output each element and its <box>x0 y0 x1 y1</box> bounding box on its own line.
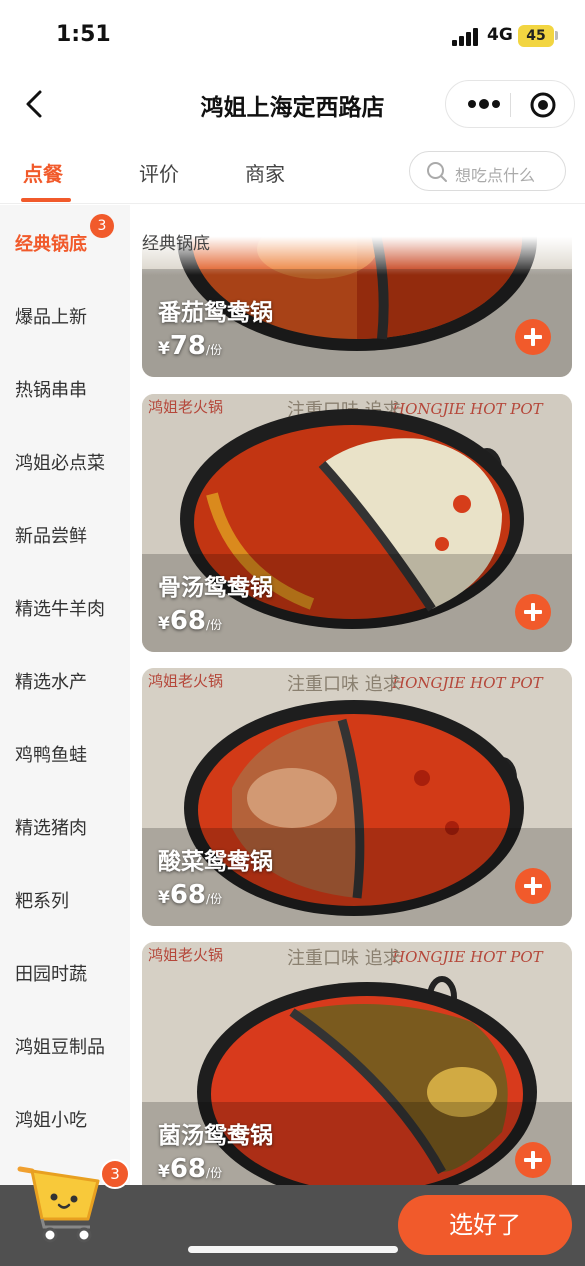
watermark-brand: HONGJIE HOT POT <box>391 400 544 418</box>
search-icon <box>427 162 447 182</box>
status-bar: 1:51 4G 45 <box>0 0 585 72</box>
product-card[interactable]: 鸿姐老火锅 HONGJIE HOT POT 注重口味 追求 骨汤鸳鸯锅 ¥68/… <box>142 394 572 652</box>
product-price: ¥68/份 <box>158 1154 223 1184</box>
watermark-logo: 鸿姐老火锅 <box>148 946 223 964</box>
add-to-cart-button[interactable] <box>515 1142 551 1178</box>
add-to-cart-button[interactable] <box>515 594 551 630</box>
tab-reviews[interactable]: 评价 <box>139 158 179 187</box>
tab-order[interactable]: 点餐 <box>23 158 63 187</box>
watermark-brand: HONGJIE HOT POT <box>391 674 544 692</box>
search-placeholder: 想吃点什么 <box>455 166 536 185</box>
battery-nub <box>555 31 558 40</box>
product-name: 骨汤鸳鸯锅 <box>158 575 273 601</box>
sidebar-item-skewers[interactable]: 热锅串串 <box>15 376 87 402</box>
category-sidebar: 经典锅底 3 爆品上新 热锅串串 鸿姐必点菜 新品尝鲜 精选牛羊肉 精选水产 鸡… <box>0 205 130 1185</box>
sidebar-item-snacks[interactable]: 鸿姐小吃 <box>15 1106 87 1132</box>
home-indicator <box>188 1246 398 1253</box>
sidebar-item-tofu[interactable]: 鸿姐豆制品 <box>15 1033 105 1059</box>
product-card[interactable]: 鸿姐老火锅 HONGJIE HOT POT 注重口味 追求 菌汤鸳鸯锅 ¥68/… <box>142 942 572 1185</box>
sidebar-item-new-taste[interactable]: 新品尝鲜 <box>15 522 87 548</box>
watermark-logo: 鸿姐老火锅 <box>148 398 223 416</box>
product-price: ¥68/份 <box>158 606 223 636</box>
sidebar-item-new-hits[interactable]: 爆品上新 <box>15 303 87 329</box>
product-name: 酸菜鸳鸯锅 <box>158 849 273 875</box>
product-name: 番茄鸳鸯锅 <box>158 300 273 326</box>
tab-bar: 点餐 评价 商家 想吃点什么 <box>0 140 585 204</box>
cart-count-badge: 3 <box>100 1159 130 1189</box>
capsule-divider <box>510 93 511 117</box>
mini-program-capsule <box>445 80 575 128</box>
bottom-cart-bar: 3 选好了 <box>0 1159 585 1266</box>
sidebar-item-classic-broth[interactable]: 经典锅底 <box>15 230 87 256</box>
product-card[interactable]: 鸿姐老火锅 HONGJIE HOT POT 注重口味 追求 酸菜鸳鸯锅 ¥68/… <box>142 668 572 926</box>
category-count-badge: 3 <box>90 214 114 238</box>
section-title: 经典锅底 <box>142 234 210 254</box>
sidebar-item-beef-lamb[interactable]: 精选牛羊肉 <box>15 595 105 621</box>
close-target-icon[interactable] <box>530 92 556 118</box>
checkout-button[interactable]: 选好了 <box>398 1195 572 1255</box>
sidebar-item-poultry-fish-frog[interactable]: 鸡鸭鱼蛙 <box>15 741 87 767</box>
tab-active-indicator <box>21 198 71 202</box>
watermark-slogan: 注重口味 追求 <box>287 948 401 969</box>
search-input[interactable]: 想吃点什么 <box>409 151 566 191</box>
more-dots-icon[interactable] <box>464 94 504 114</box>
sidebar-item-ba-series[interactable]: 粑系列 <box>15 887 69 913</box>
sidebar-item-pork[interactable]: 精选猪肉 <box>15 814 87 840</box>
network-type: 4G <box>487 25 513 45</box>
add-to-cart-button[interactable] <box>515 868 551 904</box>
product-list: 经典锅底 番茄鸳鸯锅 ¥78/份 鸿姐老火锅 HONGJIE HOT POT 注… <box>130 205 585 1185</box>
watermark-logo: 鸿姐老火锅 <box>148 672 223 690</box>
product-price: ¥78/份 <box>158 331 223 361</box>
watermark-slogan: 注重口味 追求 <box>287 674 401 695</box>
tab-merchant[interactable]: 商家 <box>245 158 285 187</box>
navigation-bar: 鸿姐上海定西路店 <box>0 72 585 136</box>
battery-icon: 45 <box>518 25 554 47</box>
sidebar-item-seafood[interactable]: 精选水产 <box>15 668 87 694</box>
product-price: ¥68/份 <box>158 880 223 910</box>
sidebar-item-vegetables[interactable]: 田园时蔬 <box>15 960 87 986</box>
watermark-brand: HONGJIE HOT POT <box>391 948 544 966</box>
product-name: 菌汤鸳鸯锅 <box>158 1123 273 1149</box>
shopping-cart-icon[interactable] <box>14 1157 110 1243</box>
add-to-cart-button[interactable] <box>515 319 551 355</box>
cellular-signal-icon <box>452 28 480 46</box>
sidebar-item-must-order[interactable]: 鸿姐必点菜 <box>15 449 105 475</box>
status-time: 1:51 <box>56 22 111 47</box>
